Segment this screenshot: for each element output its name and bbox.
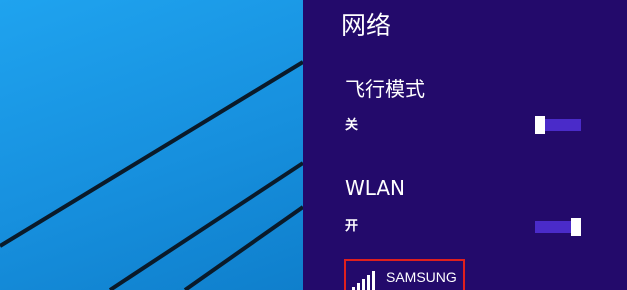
panel-title: 网络	[341, 11, 392, 40]
wallpaper-lines	[0, 60, 303, 290]
airplane-mode-state: 关	[345, 118, 359, 133]
wlan-state: 开	[345, 219, 359, 234]
network-name: SAMSUNG	[386, 269, 457, 285]
wifi-signal-icon	[352, 270, 376, 290]
network-flyout-panel: 网络 飞行模式 关 WLAN 开 SAMSUNG	[303, 0, 627, 290]
wlan-label: WLAN	[345, 176, 406, 200]
toggle-knob	[535, 116, 545, 134]
network-item-samsung[interactable]: SAMSUNG	[344, 259, 465, 290]
airplane-mode-toggle[interactable]	[535, 116, 581, 134]
toggle-track	[545, 119, 581, 131]
desktop-wallpaper	[0, 0, 303, 290]
airplane-mode-label: 飞行模式	[345, 77, 425, 101]
toggle-track	[535, 221, 571, 233]
toggle-knob	[571, 218, 581, 236]
wlan-toggle[interactable]	[535, 218, 581, 236]
